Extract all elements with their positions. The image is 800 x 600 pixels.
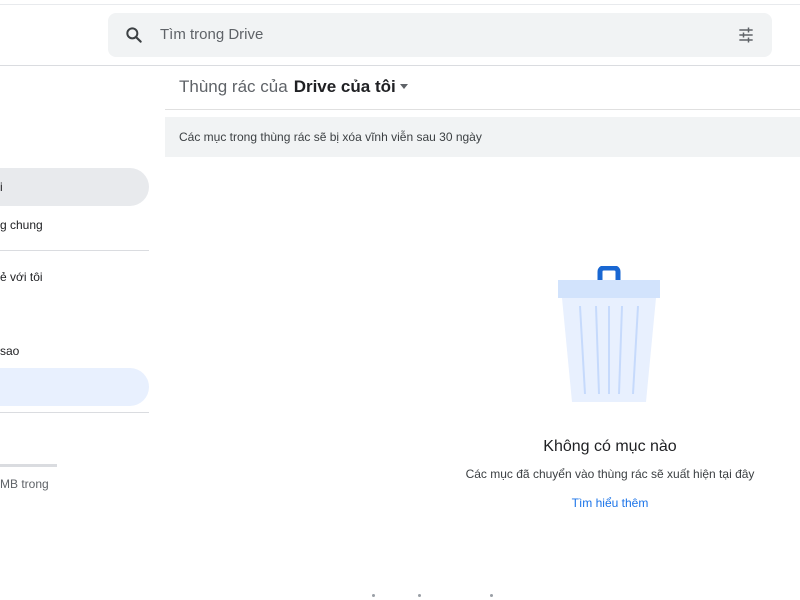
sidebar-divider xyxy=(0,250,149,251)
header-divider xyxy=(165,109,800,110)
top-edge-line xyxy=(0,4,800,5)
trash-notice-banner: Các mục trong thùng rác sẽ bị xóa vĩnh v… xyxy=(165,117,800,157)
empty-state-title: Không có mục nào xyxy=(543,438,677,455)
breadcrumb-prefix: Thùng rác của xyxy=(179,77,288,96)
search-icon[interactable] xyxy=(124,25,144,45)
sidebar-item-label: i xyxy=(0,180,3,194)
empty-state-subtitle: Các mục đã chuyển vào thùng rác sẽ xuất … xyxy=(465,467,755,481)
breadcrumb-drive-button[interactable]: Drive của tôi xyxy=(294,77,408,96)
sidebar: i g chung ẻ với tôi sao MB trong xyxy=(0,66,150,600)
sidebar-item-shared-drives[interactable]: g chung xyxy=(0,206,149,244)
main-content: Thùng rác của Drive của tôi Các mục trong… xyxy=(165,66,800,600)
sidebar-item-label: g chung xyxy=(0,218,43,232)
learn-more-link[interactable]: Tìm hiểu thêm xyxy=(495,496,725,510)
search-input[interactable]: Tìm trong Drive xyxy=(160,26,263,43)
sidebar-item-label: sao xyxy=(0,344,20,358)
text-fragment-dot xyxy=(418,594,421,597)
text-fragment-dot xyxy=(490,594,493,597)
dropdown-caret-icon xyxy=(399,84,408,89)
sidebar-divider xyxy=(0,412,149,413)
sidebar-item-my-drive[interactable]: i xyxy=(0,168,149,206)
breadcrumb-drive-label: Drive của tôi xyxy=(293,77,396,96)
sidebar-item-label: ẻ với tôi xyxy=(0,270,43,284)
tune-icon[interactable] xyxy=(736,25,756,45)
trash-can-icon xyxy=(558,266,660,402)
storage-text: MB trong xyxy=(0,477,49,491)
sidebar-item-starred[interactable]: sao xyxy=(0,332,149,370)
text-fragment-dot xyxy=(372,594,375,597)
breadcrumb: Thùng rác của Drive của tôi xyxy=(179,77,408,97)
sidebar-item-shared-with-me[interactable]: ẻ với tôi xyxy=(0,258,149,296)
search-box[interactable]: Tìm trong Drive xyxy=(108,13,772,57)
storage-bar xyxy=(0,464,57,467)
sidebar-item-trash[interactable] xyxy=(0,368,149,406)
top-bar: Tìm trong Drive xyxy=(0,0,800,66)
trash-notice-text: Các mục trong thùng rác sẽ bị xóa vĩnh v… xyxy=(179,130,482,144)
cropped-bottom-text xyxy=(360,594,520,600)
